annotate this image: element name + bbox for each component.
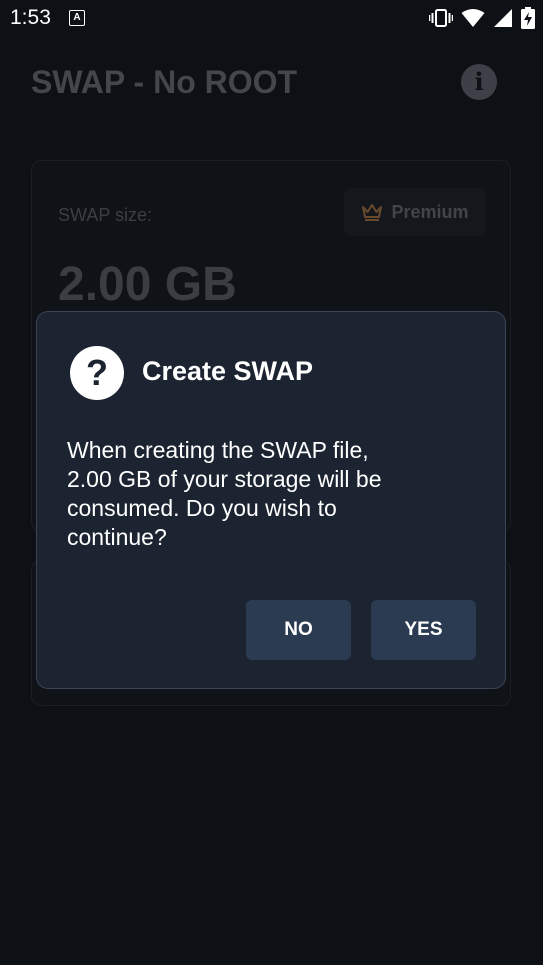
dialog-message: When creating the SWAP file, 2.00 GB of … bbox=[67, 437, 382, 550]
app-title: SWAP - No ROOT bbox=[31, 64, 298, 100]
battery-charging-icon bbox=[521, 7, 535, 29]
swap-size-label: SWAP size: bbox=[58, 205, 153, 225]
premium-button[interactable]: Premium bbox=[344, 188, 486, 236]
signal-icon bbox=[494, 9, 512, 27]
status-time: 1:53 bbox=[10, 6, 51, 29]
vibrate-icon bbox=[429, 9, 453, 27]
info-icon[interactable]: i bbox=[461, 64, 497, 100]
create-swap-dialog: ? Create SWAP When creating the SWAP fil… bbox=[36, 311, 506, 689]
no-button[interactable]: NO bbox=[246, 600, 351, 660]
premium-label: Premium bbox=[391, 201, 469, 222]
crown-icon bbox=[362, 204, 383, 221]
swap-size-value: 2.00 GB bbox=[58, 258, 237, 311]
dialog-title: Create SWAP bbox=[142, 356, 314, 386]
question-icon: ? bbox=[70, 346, 124, 400]
status-bar: 1:53 A bbox=[0, 0, 543, 36]
a-letter-icon: A bbox=[69, 10, 85, 26]
wifi-icon bbox=[461, 9, 485, 27]
status-icons bbox=[429, 6, 535, 30]
yes-button[interactable]: YES bbox=[371, 600, 476, 660]
